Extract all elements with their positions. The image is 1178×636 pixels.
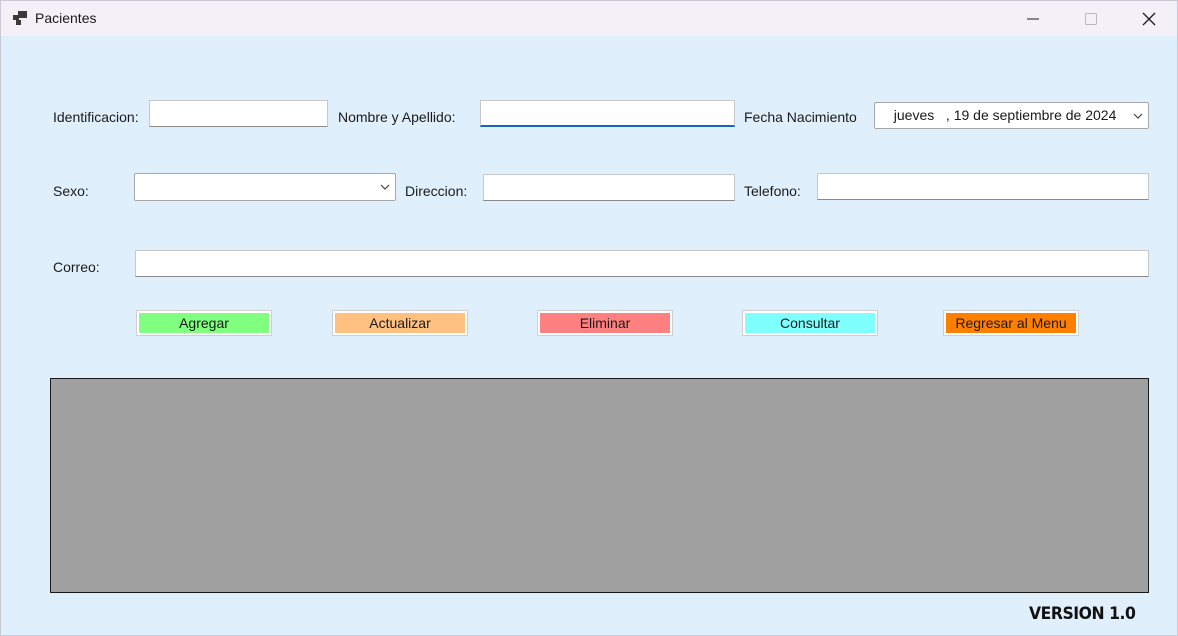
actualizar-button-label: Actualizar [335,313,465,333]
correo-label: Correo: [53,259,100,275]
actualizar-button[interactable]: Actualizar [332,310,468,336]
agregar-button-label: Agregar [139,313,269,333]
close-icon [1142,12,1156,25]
consultar-button[interactable]: Consultar [742,310,878,336]
title-bar[interactable]: Pacientes [1,1,1177,36]
eliminar-button-label: Eliminar [540,313,670,333]
version-label: VERSION 1.0 [1029,604,1136,624]
window-title: Pacientes [35,10,97,26]
telefono-input[interactable] [817,173,1149,200]
sexo-label: Sexo: [53,183,89,199]
identificacion-input[interactable] [149,100,328,127]
identificacion-label: Identificacion: [53,109,139,125]
pacientes-data-grid[interactable] [50,378,1149,593]
minimize-icon [1027,18,1039,19]
app-windows-icon [13,11,27,25]
chevron-down-icon[interactable] [1133,113,1143,119]
direccion-input[interactable] [483,174,735,201]
maximize-icon [1085,12,1097,25]
close-button[interactable] [1120,1,1177,36]
sexo-select[interactable] [134,173,396,201]
eliminar-button[interactable]: Eliminar [537,310,673,336]
nombre-label: Nombre y Apellido: [338,109,456,125]
correo-input[interactable] [135,250,1149,277]
fecha-nacimiento-picker[interactable]: jueves , 19 de septiembre de 2024 [874,102,1149,129]
nombre-apellido-input[interactable] [480,100,735,127]
regresar-menu-button-label: Regresar al Menu [946,313,1076,333]
maximize-button[interactable] [1062,1,1120,36]
telefono-label: Telefono: [744,183,801,199]
fecha-nacimiento-label: Fecha Nacimiento [744,109,857,125]
fecha-nacimiento-value: jueves , 19 de septiembre de 2024 [886,107,1117,123]
regresar-menu-button[interactable]: Regresar al Menu [943,310,1079,336]
minimize-button[interactable] [1004,1,1062,36]
direccion-label: Direccion: [405,183,468,199]
agregar-button[interactable]: Agregar [136,310,272,336]
chevron-down-icon[interactable] [380,184,390,190]
pacientes-window: Pacientes Identificacion: Nombre y Apell… [0,0,1178,636]
consultar-button-label: Consultar [745,313,875,333]
